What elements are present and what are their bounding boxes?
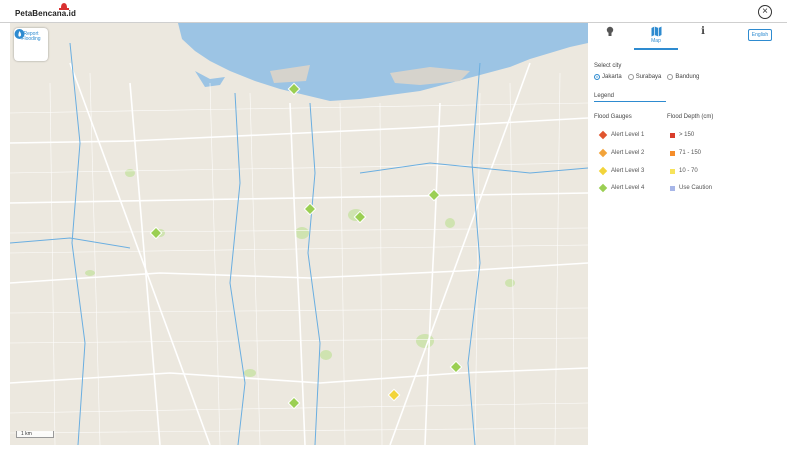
info-icon: i: [701, 26, 705, 37]
gauge-label-3: Alert Level 3: [611, 168, 645, 174]
language-button[interactable]: English: [748, 29, 772, 41]
legend-gauge-4: Alert Level 4: [598, 183, 644, 193]
report-flooding-button[interactable]: Report Flooding: [14, 28, 48, 61]
lamp-icon: [606, 26, 614, 36]
depth-swatch-1: [670, 132, 675, 138]
depth-label-1: > 150: [679, 132, 695, 138]
scale-label: 1 km: [21, 431, 32, 437]
legend-depth-2: 71 - 150: [670, 150, 701, 156]
side-panel: Map i English Select city Jakarta Suraba…: [588, 23, 787, 450]
tab-map-label: Map: [651, 38, 661, 44]
radio-bandung[interactable]: [667, 74, 674, 80]
depth-label-2: 71 - 150: [679, 150, 702, 156]
city-option-jakarta[interactable]: Jakarta: [594, 74, 622, 80]
legend-gauge-3: Alert Level 3: [598, 166, 644, 176]
flood-depth-header: Flood Depth (cm): [667, 114, 714, 120]
close-icon: ×: [762, 6, 768, 17]
map-canvas[interactable]: [10, 23, 588, 445]
map-scale-bar: 1 km: [16, 431, 54, 438]
tab-alerts[interactable]: [603, 26, 617, 50]
city-label-jakarta: Jakarta: [602, 74, 622, 80]
flood-gauges-header: Flood Gauges: [594, 114, 632, 120]
legend-depth-4: Use Caution: [670, 185, 712, 191]
city-selector: Jakarta Surabaya Bandung: [594, 74, 699, 80]
legend-gauge-2: Alert Level 2: [598, 148, 644, 158]
top-bar: PetaBencana.id ×: [0, 0, 787, 23]
depth-label-3: 10 - 70: [679, 168, 698, 174]
depth-label-4: Use Caution: [679, 185, 713, 191]
radio-surabaya[interactable]: [627, 74, 634, 80]
water-drop-icon: [14, 29, 25, 39]
alert-level-4-icon: [598, 183, 608, 193]
tab-map[interactable]: Map: [634, 26, 678, 50]
legend-depth-1: > 150: [670, 132, 694, 138]
legend-gauge-1: Alert Level 1: [598, 130, 644, 140]
gauge-label-4: Alert Level 4: [611, 185, 645, 191]
depth-swatch-2: [670, 150, 675, 156]
alert-level-2-icon: [598, 148, 608, 158]
city-option-surabaya[interactable]: Surabaya: [627, 74, 662, 80]
close-button[interactable]: ×: [758, 5, 772, 19]
depth-swatch-3: [670, 168, 675, 174]
legend-depth-3: 10 - 70: [670, 168, 698, 174]
alert-level-3-icon: [598, 166, 608, 176]
city-label-bandung: Bandung: [675, 74, 700, 80]
gauge-label-2: Alert Level 2: [611, 150, 645, 156]
alert-level-1-icon: [598, 130, 608, 140]
city-option-bandung[interactable]: Bandung: [667, 74, 699, 80]
depth-swatch-4: [670, 185, 675, 191]
map-icon: [651, 26, 661, 37]
tab-info[interactable]: i: [696, 26, 710, 50]
logo-hat-icon: [59, 3, 69, 10]
radio-jakarta[interactable]: [594, 74, 600, 80]
gauge-label-1: Alert Level 1: [611, 132, 645, 138]
city-label-surabaya: Surabaya: [635, 74, 662, 80]
select-city-label: Select city: [594, 63, 622, 69]
legend-title: Legend: [594, 93, 666, 102]
map-area[interactable]: Report Flooding 1 km: [10, 23, 588, 445]
